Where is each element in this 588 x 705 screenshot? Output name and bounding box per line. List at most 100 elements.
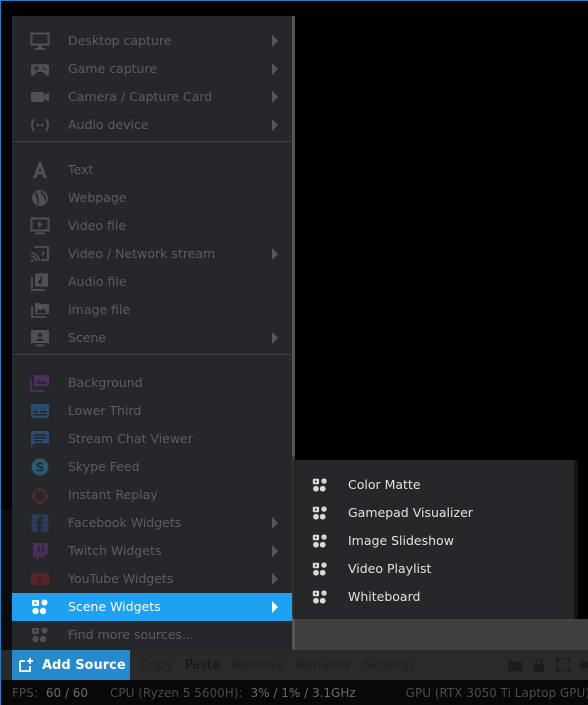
background-panel-gray — [295, 619, 588, 650]
submenu-arrow-icon — [272, 248, 278, 260]
menu-item-audio-file[interactable]: Audio file — [12, 268, 292, 296]
copy-button[interactable]: Copy — [140, 658, 173, 673]
audio-device-icon — [30, 116, 50, 134]
menu-item-youtube-widgets[interactable]: YouTube Widgets — [12, 565, 292, 593]
menu-item-facebook-widgets[interactable]: Facebook Widgets — [12, 509, 292, 537]
lower-third-icon — [30, 402, 50, 420]
submenu-item-whiteboard[interactable]: Whiteboard — [293, 583, 573, 611]
add-source-icon — [19, 658, 33, 672]
scene-widgets-submenu: Color Matte Gamepad Visualizer Image Slide… — [293, 460, 575, 619]
audio-file-icon — [30, 273, 50, 291]
menu-item-find-more-sources[interactable]: Find more sources... — [12, 621, 292, 649]
folder-icon[interactable] — [508, 658, 522, 672]
submenu-arrow-icon — [272, 332, 278, 344]
menu-separator — [12, 141, 292, 142]
scrollbar-thumb[interactable] — [292, 16, 295, 456]
settings-button[interactable]: Settings — [362, 658, 415, 673]
menu-item-image-file[interactable]: Image file — [12, 296, 292, 324]
scene-view-icon[interactable] — [580, 658, 588, 672]
remove-button[interactable]: Remove — [232, 658, 285, 673]
menu-item-label: Lower Third — [68, 403, 142, 418]
menu-item-label: Game capture — [68, 61, 158, 76]
sources-toolbar: Add Source Copy Paste Remove Rename Sett… — [1, 650, 588, 680]
widgets-icon — [311, 505, 329, 521]
menu-item-lower-third[interactable]: Lower Third — [12, 397, 292, 425]
submenu-shadow — [575, 460, 578, 619]
replay-icon — [30, 486, 50, 504]
menu-item-label: Scene Widgets — [68, 599, 161, 614]
menu-item-scene-widgets[interactable]: Scene Widgets — [12, 593, 292, 621]
paste-button[interactable]: Paste — [185, 658, 220, 673]
menu-item-skype-feed[interactable]: S Skype Feed — [12, 453, 292, 481]
submenu-item-label: Image Slideshow — [348, 533, 454, 548]
fps-value: 60 / 60 — [45, 685, 89, 700]
image-file-icon — [30, 301, 50, 319]
menu-item-label: Video / Network stream — [68, 246, 216, 261]
gpu-label: GPU (RTX 3050 Ti Laptop GPU): — [405, 685, 588, 700]
submenu-arrow-icon — [272, 573, 278, 585]
menu-item-desktop-capture[interactable]: Desktop capture — [12, 27, 292, 55]
rename-button[interactable]: Rename — [297, 658, 350, 673]
menu-item-label: Skype Feed — [68, 459, 140, 474]
skype-icon: S — [30, 458, 50, 476]
menu-item-game-capture[interactable]: Game capture — [12, 55, 292, 83]
widgets-icon — [311, 533, 329, 549]
submenu-arrow-icon — [272, 601, 278, 613]
text-icon — [30, 161, 50, 179]
submenu-arrow-icon — [272, 545, 278, 557]
svg-text:S: S — [36, 461, 45, 475]
menu-item-instant-replay[interactable]: Instant Replay — [12, 481, 292, 509]
submenu-item-video-playlist[interactable]: Video Playlist — [293, 555, 573, 583]
add-source-menu: Desktop capture Game capture Camera / Capt… — [12, 16, 292, 650]
submenu-item-label: Color Matte — [348, 477, 421, 492]
twitch-icon — [30, 542, 50, 560]
submenu-item-gamepad-visualizer[interactable]: Gamepad Visualizer — [293, 499, 573, 527]
gamepad-icon — [30, 60, 50, 78]
lock-icon[interactable] — [532, 658, 546, 672]
menu-item-label: Background — [68, 375, 143, 390]
menu-item-text[interactable]: Text — [12, 156, 292, 184]
menu-item-label: Audio file — [68, 274, 127, 289]
menu-item-audio-device[interactable]: Audio device — [12, 111, 292, 139]
submenu-item-label: Whiteboard — [348, 589, 421, 604]
scene-icon — [30, 329, 50, 347]
monitor-icon — [30, 32, 50, 50]
background-icon — [30, 374, 50, 392]
menu-item-label: Find more sources... — [68, 627, 194, 642]
submenu-item-color-matte[interactable]: Color Matte — [293, 471, 573, 499]
submenu-item-image-slideshow[interactable]: Image Slideshow — [293, 527, 573, 555]
cpu-value: 3% / 1% / 3.1GHz — [250, 685, 356, 700]
submenu-arrow-icon — [272, 35, 278, 47]
menu-item-stream-chat-viewer[interactable]: Stream Chat Viewer — [12, 425, 292, 453]
menu-item-label: Instant Replay — [68, 487, 158, 502]
menu-item-scene[interactable]: Scene — [12, 324, 292, 352]
fullscreen-icon[interactable] — [556, 658, 570, 672]
menu-item-camera-capture-card[interactable]: Camera / Capture Card — [12, 83, 292, 111]
widgets-icon — [30, 598, 50, 616]
cast-icon — [30, 245, 50, 263]
menu-item-video-network-stream[interactable]: Video / Network stream — [12, 240, 292, 268]
scrollbar-track-end — [292, 616, 295, 650]
widgets-icon — [30, 626, 50, 644]
youtube-icon — [30, 570, 50, 588]
menu-separator — [12, 354, 292, 355]
submenu-item-label: Video Playlist — [348, 561, 432, 576]
menu-item-label: Camera / Capture Card — [68, 89, 213, 104]
menu-item-label: Desktop capture — [68, 33, 172, 48]
submenu-item-label: Gamepad Visualizer — [348, 505, 473, 520]
video-file-icon — [30, 217, 50, 235]
fps-label: FPS: — [12, 685, 38, 700]
menu-item-video-file[interactable]: Video file — [12, 212, 292, 240]
menu-item-twitch-widgets[interactable]: Twitch Widgets — [12, 537, 292, 565]
menu-item-background[interactable]: Background — [12, 369, 292, 397]
menu-item-label: Facebook Widgets — [68, 515, 182, 530]
menu-item-webpage[interactable]: Webpage — [12, 184, 292, 212]
cpu-label: CPU (Ryzen 5 5600H): — [110, 685, 243, 700]
chat-icon — [30, 430, 50, 448]
menu-item-label: Text — [68, 162, 94, 177]
menu-item-label: Video file — [68, 218, 127, 233]
menu-item-label: Stream Chat Viewer — [68, 431, 193, 446]
background-panel — [1, 510, 12, 650]
add-source-button[interactable]: Add Source — [12, 650, 130, 680]
menu-item-label: Webpage — [68, 190, 127, 205]
